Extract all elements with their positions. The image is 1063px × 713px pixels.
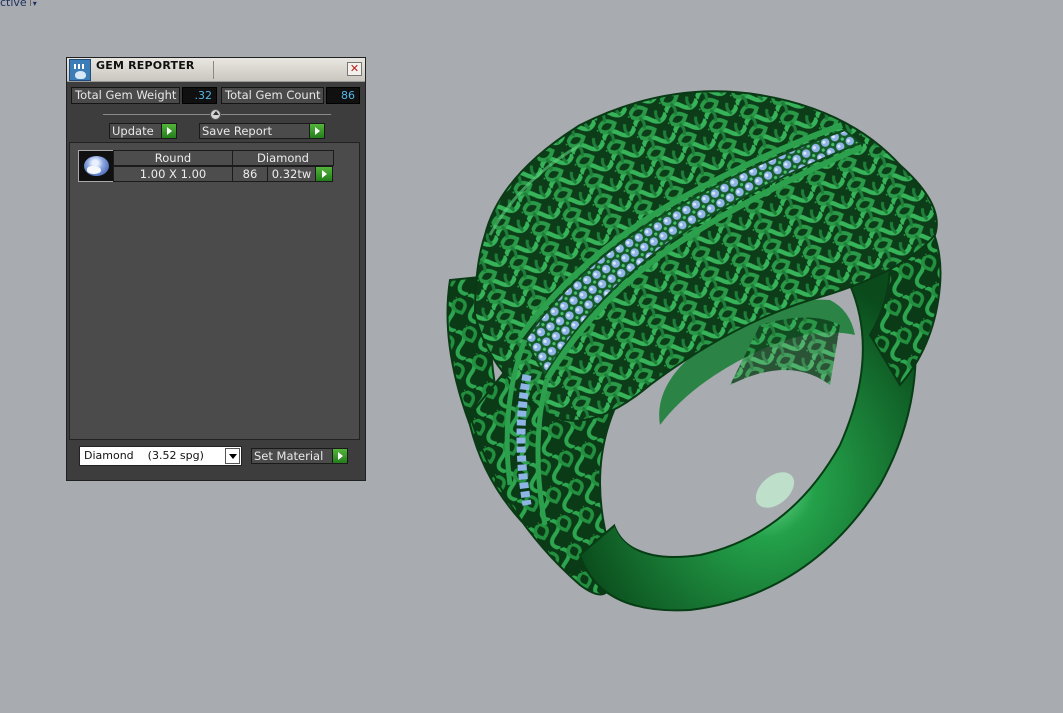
- title-divider: [213, 61, 214, 79]
- set-material-play-icon[interactable]: [332, 448, 348, 464]
- ring-model[interactable]: [430, 85, 950, 625]
- gem-shape-cell: Round: [113, 150, 233, 166]
- total-gem-count-value: 86: [326, 87, 360, 104]
- save-report-button[interactable]: Save Report: [199, 123, 325, 139]
- panel-titlebar[interactable]: GEM REPORTER ✕: [67, 58, 365, 82]
- update-button[interactable]: Update: [109, 123, 177, 139]
- total-gem-weight-label: Total Gem Weight: [71, 87, 180, 104]
- gem-count-cell: 86: [232, 166, 268, 182]
- total-gem-weight-value: .32: [182, 87, 217, 104]
- gem-size-cell: 1.00 X 1.00: [113, 166, 233, 182]
- gem-reporter-panel: GEM REPORTER ✕ Total Gem Weight .32 Tota…: [66, 57, 366, 481]
- gem-row-select-icon[interactable]: [315, 166, 333, 182]
- viewport-mode-label[interactable]: ctive▾: [0, 0, 37, 6]
- panel-title: GEM REPORTER: [96, 59, 195, 72]
- viewport-mode-dropdown-icon[interactable]: ▾: [29, 0, 37, 6]
- save-report-play-icon[interactable]: [309, 123, 325, 139]
- chevron-down-icon[interactable]: [225, 448, 240, 464]
- size-slider-handle[interactable]: [210, 109, 221, 120]
- total-gem-count-label: Total Gem Count: [221, 87, 324, 104]
- gem-weight-cell: 0.32tw: [267, 166, 316, 182]
- close-icon[interactable]: ✕: [347, 62, 362, 76]
- round-gem-icon[interactable]: [78, 150, 114, 182]
- update-play-icon[interactable]: [161, 123, 177, 139]
- gem-reporter-app-icon: [69, 59, 91, 81]
- set-material-button[interactable]: Set Material: [251, 448, 348, 464]
- gem-list[interactable]: Round Diamond 1.00 X 1.00 86 0.32tw: [69, 142, 360, 440]
- material-select[interactable]: Diamond (3.52 spg): [79, 446, 242, 466]
- gem-material-cell: Diamond: [232, 150, 334, 166]
- gem-stone-graphic: [84, 156, 109, 176]
